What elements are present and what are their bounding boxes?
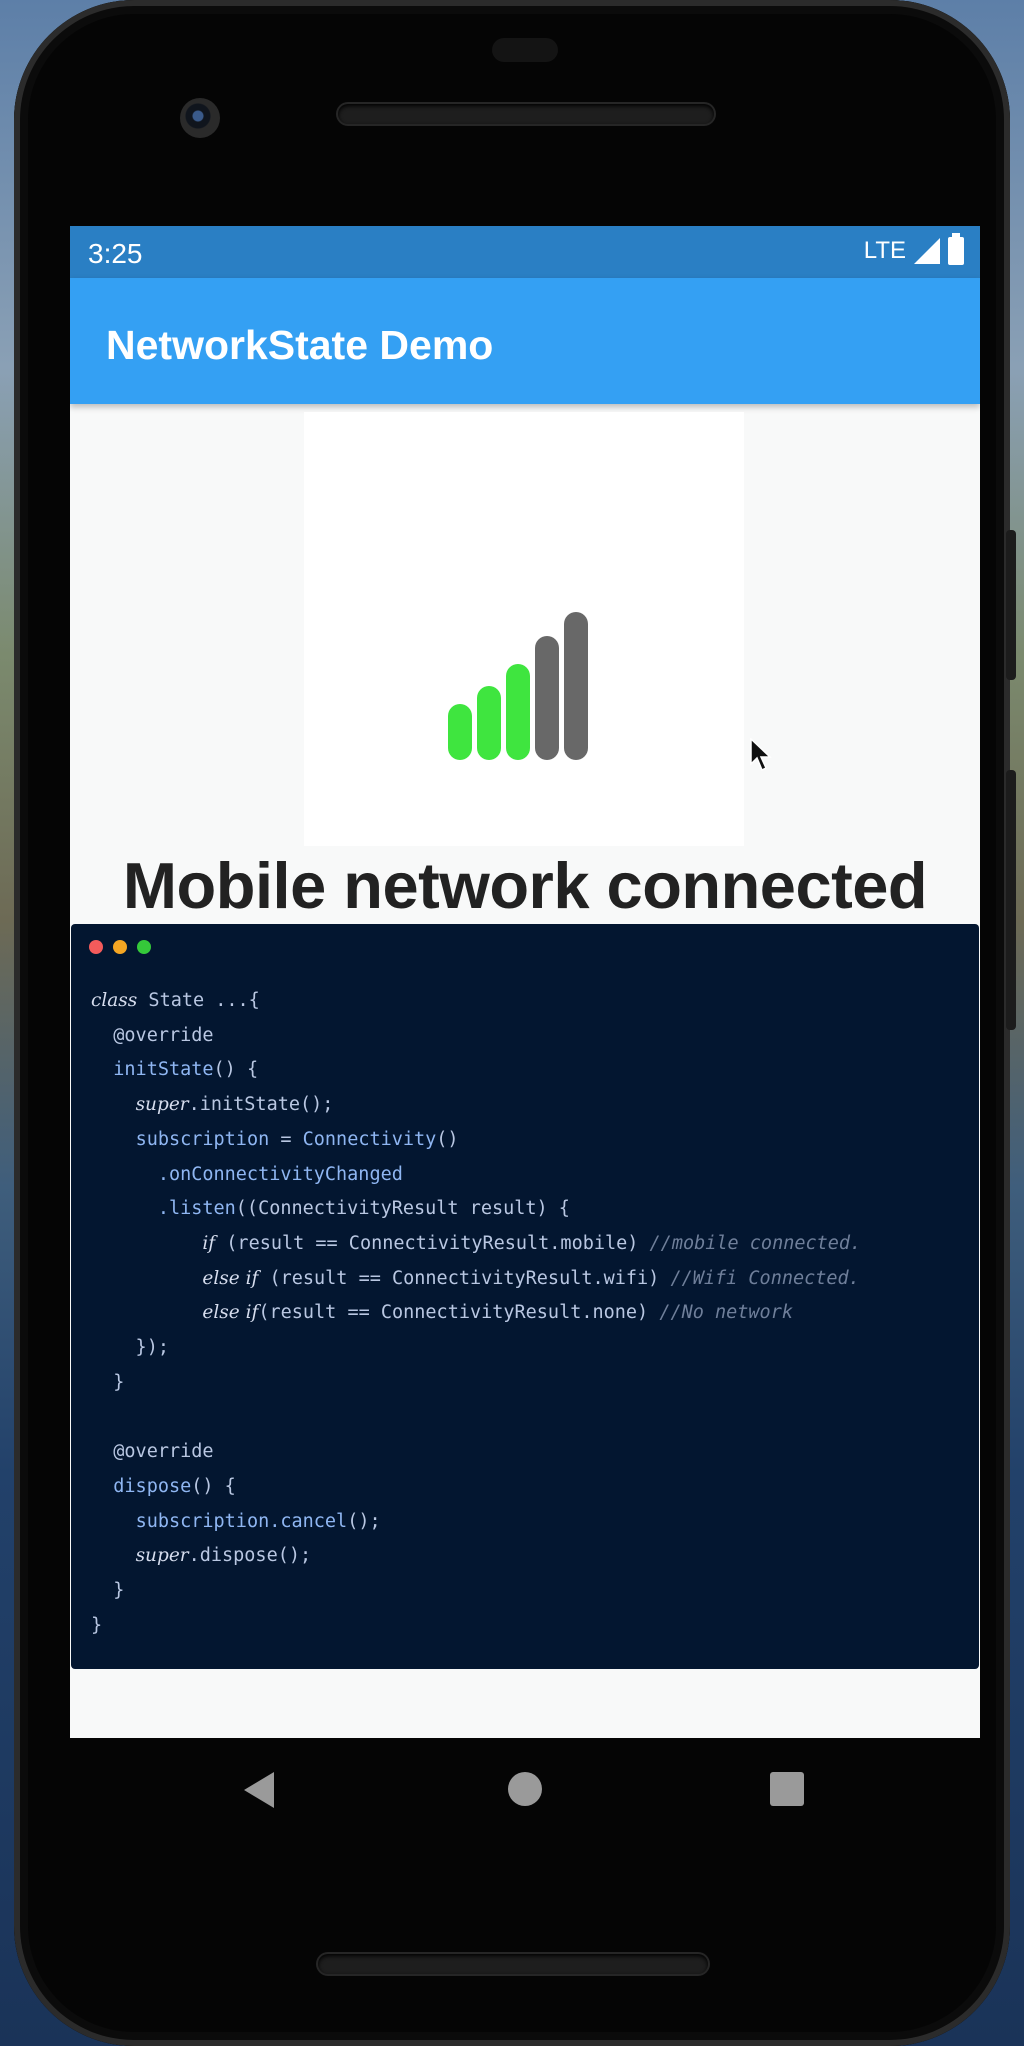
status-time: 3:25 (88, 238, 143, 269)
status-icons: LTE (863, 233, 964, 265)
code-line: .listen((ConnectivityResult result) { (157, 1198, 570, 1220)
signal-strength-icon (448, 612, 588, 760)
signal-bar (506, 664, 530, 760)
code-line: } (91, 1371, 125, 1393)
code-line: @override (91, 1024, 214, 1046)
network-type: LTE (863, 237, 906, 264)
battery-icon (948, 233, 964, 265)
power-button (1006, 530, 1016, 680)
cell-signal-icon (914, 238, 940, 264)
bottom-speaker-grille (318, 1954, 708, 1974)
code-line: else if (result == ConnectivityResult.wi… (202, 1267, 860, 1289)
code-line: else if(result == ConnectivityResult.non… (202, 1302, 793, 1324)
window-dot (113, 940, 127, 954)
signal-bar (448, 704, 472, 760)
window-controls (89, 940, 151, 954)
code-line: super.initState(); (135, 1094, 334, 1116)
signal-bar (535, 636, 559, 760)
phone-frame: 3:25 LTE NetworkState Demo Mobile networ… (14, 0, 1016, 2046)
front-camera-icon (180, 98, 220, 138)
app-title: NetworkState Demo (106, 322, 494, 368)
code-line: subscription = Connectivity() (135, 1128, 459, 1150)
volume-button (1006, 770, 1016, 1030)
navigation-bar (70, 1738, 980, 1840)
signal-illustration (304, 412, 744, 846)
earpiece-slot (492, 38, 558, 62)
app-bar: NetworkState Demo (70, 278, 980, 404)
code-line: subscription.cancel(); (135, 1510, 381, 1532)
signal-bar (477, 686, 501, 760)
window-dot (89, 940, 103, 954)
code-block: class State ...{ @override initState() {… (91, 984, 861, 1643)
window-dot (137, 940, 151, 954)
code-line: .onConnectivityChanged (157, 1163, 403, 1185)
recents-button[interactable] (770, 1772, 804, 1806)
home-button[interactable] (508, 1772, 542, 1806)
code-line: } (91, 1614, 103, 1636)
code-line: initState() { (113, 1059, 259, 1081)
status-bar: 3:25 LTE (70, 226, 980, 278)
top-speaker-grille (338, 104, 714, 124)
code-line: @override (91, 1441, 214, 1463)
code-window: class State ...{ @override initState() {… (71, 924, 979, 1669)
code-line: super.dispose(); (135, 1545, 312, 1567)
network-status-text: Mobile network connected (122, 849, 928, 922)
device-screen: 3:25 LTE NetworkState Demo Mobile networ… (70, 226, 980, 1738)
code-line: if (result == ConnectivityResult.mobile)… (202, 1232, 862, 1254)
code-line: class State ...{ (91, 990, 260, 1011)
signal-bar (564, 612, 588, 760)
code-line: } (91, 1579, 125, 1601)
code-line: }); (91, 1337, 169, 1359)
code-line: dispose() { (113, 1475, 236, 1497)
back-button[interactable] (244, 1772, 274, 1808)
mouse-cursor-icon (750, 738, 772, 772)
